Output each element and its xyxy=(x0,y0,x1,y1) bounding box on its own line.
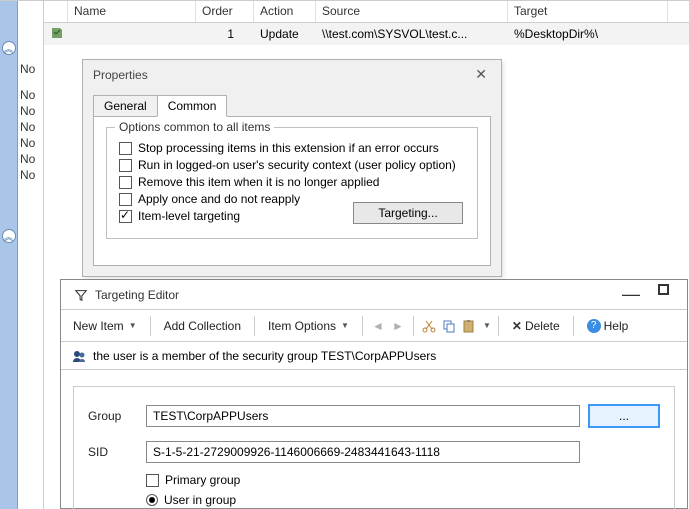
new-item-button[interactable]: New Item ▼ xyxy=(67,316,143,336)
targeting-button[interactable]: Targeting... xyxy=(353,202,463,224)
status-cell: No xyxy=(18,167,43,183)
sid-label: SID xyxy=(88,445,146,459)
group-label: Group xyxy=(88,409,146,423)
checkbox-apply-once[interactable] xyxy=(119,193,132,206)
checkbox-stop-processing[interactable] xyxy=(119,142,132,155)
group-icon xyxy=(71,348,87,364)
delete-x-icon: ✕ xyxy=(512,319,522,333)
column-name[interactable]: Name xyxy=(68,1,196,22)
chevron-down-icon: ▼ xyxy=(129,321,137,330)
label-stop-processing: Stop processing items in this extension … xyxy=(138,141,439,155)
checkbox-remove-not-applied[interactable] xyxy=(119,176,132,189)
column-source[interactable]: Source xyxy=(316,1,508,22)
rule-text: the user is a member of the security gro… xyxy=(93,349,436,363)
cell-action: Update xyxy=(254,25,316,43)
file-icon xyxy=(44,23,68,46)
properties-dialog: Properties ✕ General Common Options comm… xyxy=(82,59,502,277)
status-cell: No xyxy=(18,87,43,103)
column-order[interactable]: Order xyxy=(196,1,254,22)
status-cell: No xyxy=(18,135,43,151)
grid-header: Name Order Action Source Target xyxy=(44,1,689,23)
label-item-level-targeting: Item-level targeting xyxy=(138,209,240,223)
fieldset-legend: Options common to all items xyxy=(115,120,274,134)
separator xyxy=(362,316,363,336)
files-grid: Name Order Action Source Target 1 Update… xyxy=(44,1,689,45)
left-stripe: ︽ ︽ xyxy=(0,1,18,509)
targeting-editor-window: Targeting Editor — New Item ▼ Add Collec… xyxy=(60,279,688,509)
rule-row[interactable]: the user is a member of the security gro… xyxy=(61,342,687,370)
cell-name xyxy=(68,32,196,36)
add-collection-button[interactable]: Add Collection xyxy=(158,316,247,336)
help-icon: ? xyxy=(587,319,601,333)
checkbox-run-user-context[interactable] xyxy=(119,159,132,172)
delete-button[interactable]: ✕ Delete xyxy=(506,316,566,336)
tab-common[interactable]: Common xyxy=(157,95,228,117)
radio-user-in-group[interactable] xyxy=(146,494,158,506)
cell-source: \\test.com\SYSVOL\test.c... xyxy=(316,25,508,43)
column-action[interactable]: Action xyxy=(254,1,316,22)
copy-icon[interactable] xyxy=(441,318,457,334)
label-user-in-group: User in group xyxy=(164,493,236,507)
checkbox-item-level-targeting[interactable] xyxy=(119,210,132,223)
status-cell: No xyxy=(18,151,43,167)
collapse-toggle-lower[interactable]: ︽ xyxy=(2,229,16,243)
status-cell: No xyxy=(18,103,43,119)
separator xyxy=(150,316,151,336)
move-left-icon[interactable]: ◄ xyxy=(370,319,386,333)
separator xyxy=(254,316,255,336)
item-options-button[interactable]: Item Options ▼ xyxy=(262,316,355,336)
column-target[interactable]: Target xyxy=(508,1,668,22)
status-cell: No xyxy=(18,61,43,77)
group-input[interactable] xyxy=(146,405,580,427)
minimize-icon[interactable]: — xyxy=(622,284,640,305)
help-button[interactable]: ? Help xyxy=(581,316,635,336)
left-status-column: No No No No No No No xyxy=(18,1,44,509)
column-icon[interactable] xyxy=(44,1,68,22)
chevron-down-icon: ▼ xyxy=(341,321,349,330)
label-primary-group: Primary group xyxy=(165,473,240,487)
paste-icon[interactable] xyxy=(461,318,477,334)
chevron-down-icon: ▼ xyxy=(483,321,491,330)
cell-order: 1 xyxy=(196,25,254,43)
move-right-icon[interactable]: ► xyxy=(390,319,406,333)
status-cell: No xyxy=(18,119,43,135)
collapse-toggle-upper[interactable]: ︽ xyxy=(2,41,16,55)
filter-icon xyxy=(73,287,89,303)
separator xyxy=(498,316,499,336)
toolbar: New Item ▼ Add Collection Item Options ▼… xyxy=(61,310,687,342)
label-apply-once: Apply once and do not reapply xyxy=(138,192,300,206)
table-row[interactable]: 1 Update \\test.com\SYSVOL\test.c... %De… xyxy=(44,23,689,45)
cut-icon[interactable] xyxy=(421,318,437,334)
checkbox-primary-group[interactable] xyxy=(146,474,159,487)
separator xyxy=(573,316,574,336)
label-run-user-context: Run in logged-on user's security context… xyxy=(138,158,456,172)
window-title: Targeting Editor xyxy=(95,288,179,302)
browse-button[interactable]: ... xyxy=(588,404,660,428)
sid-input[interactable] xyxy=(146,441,580,463)
separator xyxy=(413,316,414,336)
maximize-icon[interactable] xyxy=(658,284,669,295)
dialog-title: Properties xyxy=(93,68,148,82)
close-icon[interactable]: ✕ xyxy=(471,66,491,83)
tab-general[interactable]: General xyxy=(93,95,158,117)
cell-target: %DesktopDir%\ xyxy=(508,25,668,43)
label-remove-not-applied: Remove this item when it is no longer ap… xyxy=(138,175,379,189)
